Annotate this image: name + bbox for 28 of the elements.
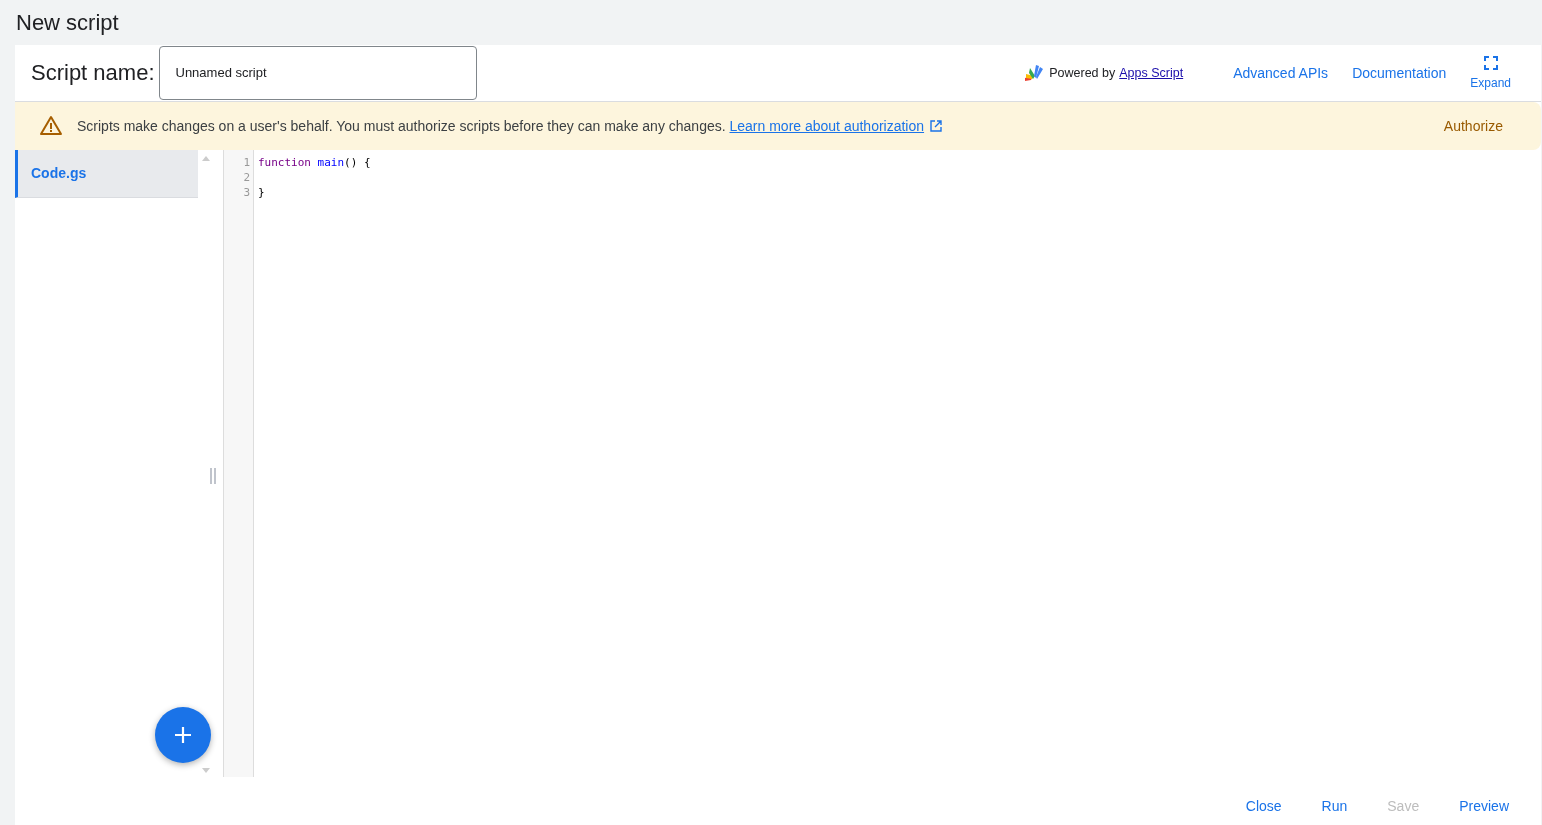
external-link-icon <box>930 119 943 132</box>
line-number: 3 <box>242 184 251 200</box>
expand-icon <box>1483 55 1498 70</box>
plus-icon <box>174 725 192 744</box>
page-title: New script <box>16 11 119 34</box>
footer-button[interactable]: Run <box>1301 790 1368 822</box>
scroll-up-icon[interactable] <box>202 155 210 161</box>
powered-by-text: Powered by <box>1049 65 1116 80</box>
scroll-down-icon[interactable] <box>202 768 210 774</box>
footer-button[interactable]: Preview <box>1439 790 1529 822</box>
expand-button[interactable]: Expand <box>1470 55 1511 90</box>
file-tab[interactable]: Code.gs <box>15 149 198 198</box>
resize-handle-icon[interactable] <box>210 467 216 484</box>
learn-more-link[interactable]: Learn more about authorization <box>729 117 925 134</box>
fan-logo-icon <box>1023 63 1046 82</box>
script-name-field[interactable]: Unnamed script <box>158 45 477 100</box>
add-file-button[interactable] <box>155 706 211 763</box>
warning-icon <box>39 115 63 137</box>
header-link[interactable]: Advanced APIs <box>1233 64 1329 81</box>
apps-script-link[interactable]: Apps Script <box>1119 65 1184 80</box>
header-link[interactable]: Documentation <box>1352 64 1447 81</box>
line-number: 2 <box>242 169 251 185</box>
banner-message: Scripts make changes on a user's behalf. You must authorize scripts before they can make any changes. <box>77 117 727 134</box>
footer-button[interactable]: Close <box>1225 790 1302 822</box>
code-editor[interactable]: function main() { } <box>254 149 1541 778</box>
authorize-button[interactable]: Authorize <box>1437 116 1509 135</box>
script-name-label: Script name: <box>31 59 155 86</box>
line-number: 1 <box>242 154 251 170</box>
